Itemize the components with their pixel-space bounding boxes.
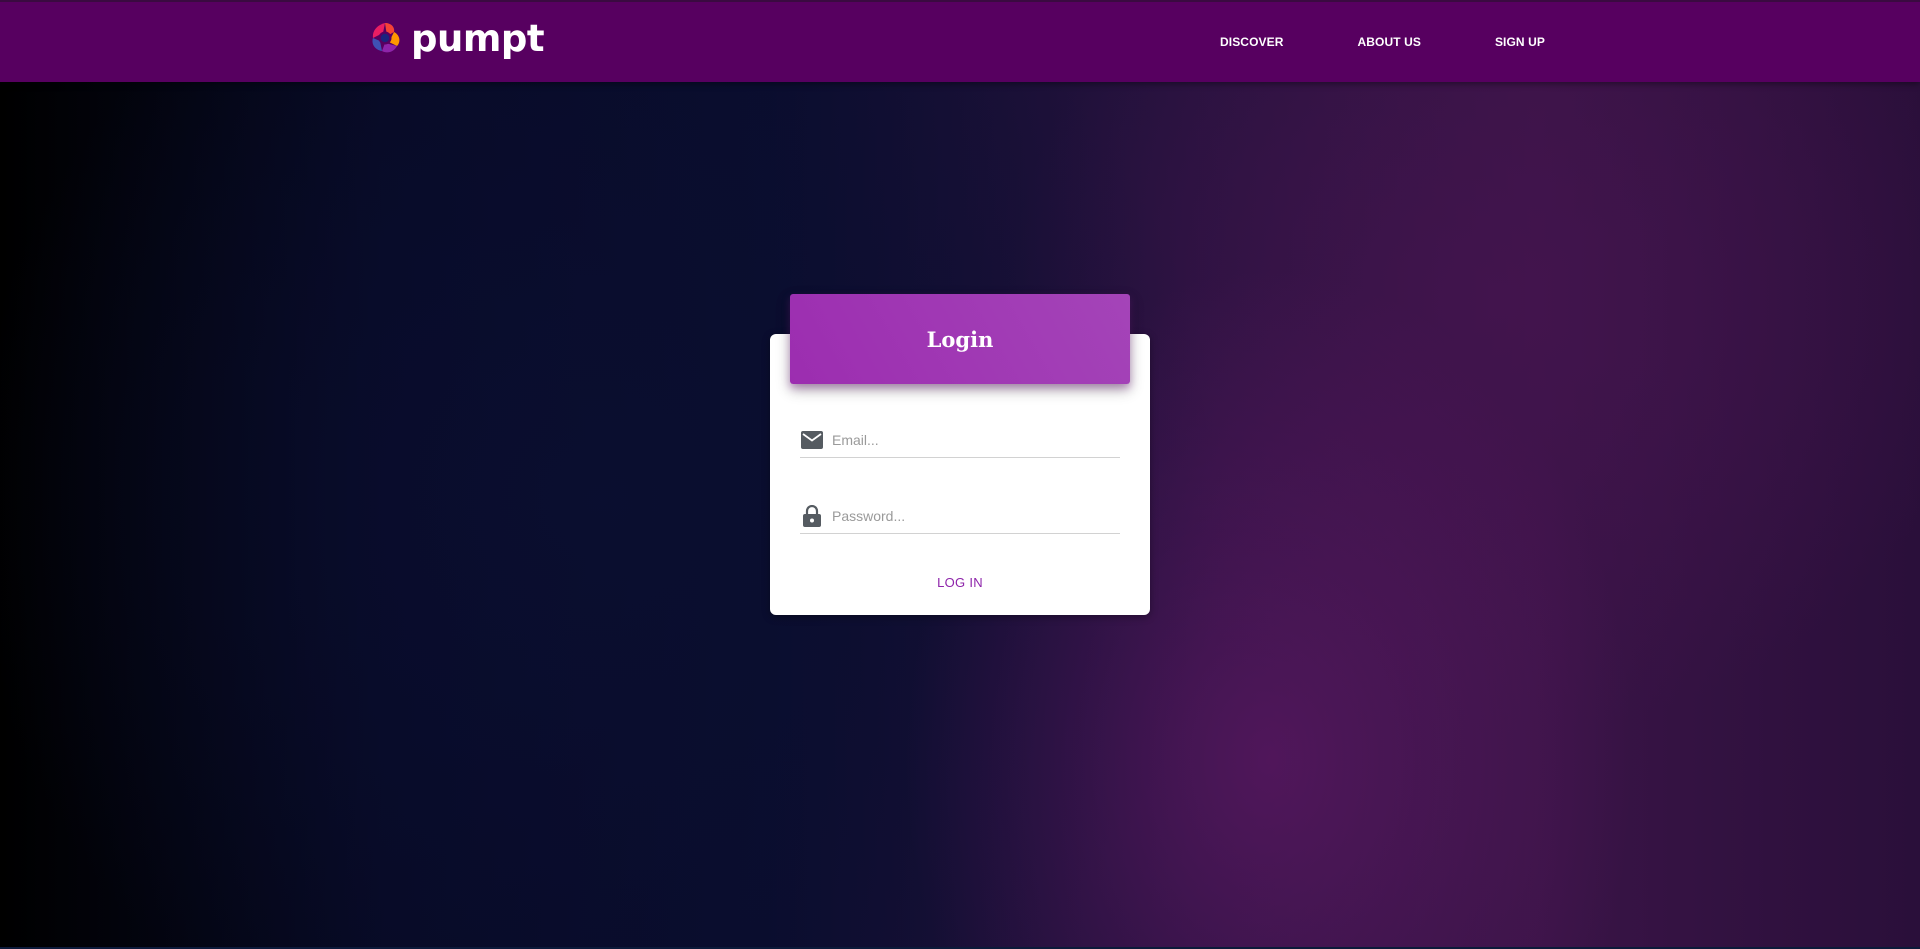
email-input[interactable] <box>832 424 1112 455</box>
login-card-header: Login <box>790 294 1130 384</box>
main-nav: DISCOVER ABOUT US SIGN UP <box>1208 31 1557 53</box>
nav-discover-link[interactable]: DISCOVER <box>1208 31 1295 53</box>
lock-icon <box>800 504 824 528</box>
login-title: Login <box>926 326 994 352</box>
nav-sign-up-link[interactable]: SIGN UP <box>1483 31 1557 53</box>
pumpt-logo-icon <box>372 23 400 53</box>
password-input[interactable] <box>832 500 1112 531</box>
email-field <box>800 422 1120 458</box>
log-in-button[interactable]: LOG IN <box>920 566 1000 598</box>
brand-home-link[interactable]: pumpt <box>367 17 545 60</box>
password-field <box>800 498 1120 534</box>
top-navbar: pumpt DISCOVER ABOUT US SIGN UP <box>0 0 1920 82</box>
email-icon <box>800 428 824 452</box>
brand-name: pumpt <box>411 17 545 60</box>
nav-about-us-link[interactable]: ABOUT US <box>1345 31 1432 53</box>
